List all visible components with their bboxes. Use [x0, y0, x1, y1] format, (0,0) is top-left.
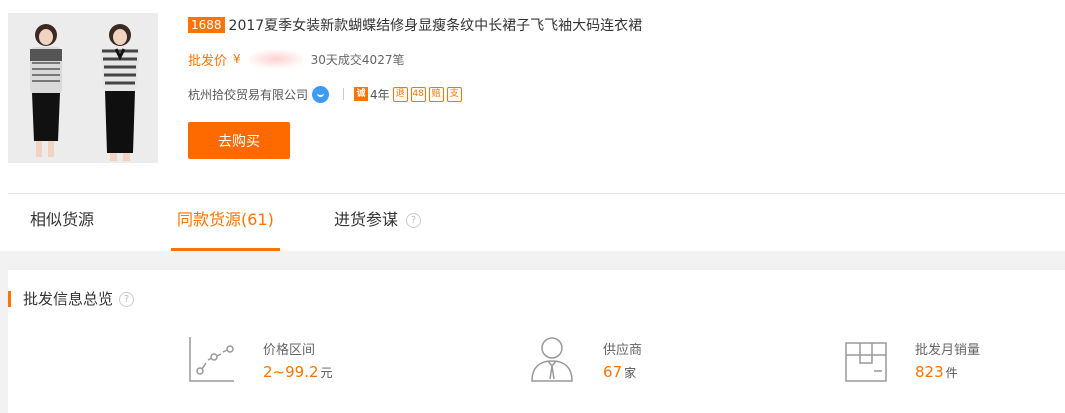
stat-price-range: 价格区间 2~99.2 元	[188, 335, 388, 395]
stat-value: 2~99.2 元	[263, 363, 333, 381]
wangwang-chat-icon[interactable]	[312, 85, 330, 103]
stat-monthly-volume: 批发月销量 823 件	[842, 335, 1042, 395]
tab-same-style-label: 同款货源(61)	[177, 210, 274, 229]
price-trend-icon	[189, 337, 234, 382]
tab-similar[interactable]: 相似货源	[30, 194, 94, 251]
product-title[interactable]: 2017夏季女装新款蝴蝶结修身显瘦条纹中长裙子飞飞袖大码连衣裙	[229, 15, 643, 35]
help-icon[interactable]: ?	[406, 213, 422, 228]
supplier-unit: 家	[624, 366, 637, 380]
tab-purchase-advisor-label: 进货参谋	[334, 210, 399, 229]
supplier-icon	[531, 337, 573, 382]
product-title-row: 1688 2017夏季女装新款蝴蝶结修身显瘦条纹中长裙子飞飞袖大码连衣裙	[188, 15, 642, 35]
stat-label: 批发月销量	[915, 343, 981, 358]
box-icon	[845, 342, 887, 382]
return-service-icon: 退	[392, 86, 408, 102]
divider	[343, 88, 345, 100]
wholesale-overview-panel: 批发信息总览? 价格区间 2~99.2 元 供应商 67 家 批发月销量 823…	[8, 270, 1065, 413]
company-name[interactable]: 杭州拾佼贸易有限公司	[188, 86, 308, 103]
price-currency: ¥	[233, 52, 241, 66]
monthly-sales: 30天成交4027笔	[310, 52, 405, 67]
section-accent-bar	[8, 291, 11, 307]
price-blurred	[248, 50, 303, 68]
price-row: 批发价 ¥ 30天成交4027笔	[188, 48, 404, 70]
section-title: 批发信息总览?	[23, 288, 135, 309]
section-title-text: 批发信息总览	[23, 290, 114, 308]
product-card: 1688 2017夏季女装新款蝴蝶结修身显瘦条纹中长裙子飞飞袖大码连衣裙 批发价…	[0, 0, 1065, 194]
price-range-value: 2~99.2	[263, 363, 319, 381]
membership-years: 4年	[370, 87, 390, 102]
supplier-count: 67	[603, 363, 623, 381]
price-label: 批发价	[188, 53, 228, 69]
tab-same-style[interactable]: 同款货源(61)	[171, 194, 280, 251]
trustpass-icon: 诚	[354, 87, 369, 101]
tab-bar: 相似货源 同款货源(61) 进货参谋?	[8, 193, 1065, 251]
48h-shipping-icon: 48	[410, 86, 426, 102]
stat-label: 供应商	[603, 343, 643, 358]
help-icon[interactable]: ?	[119, 292, 135, 307]
stat-value: 67 家	[603, 363, 636, 381]
stat-value: 823 件	[915, 363, 958, 381]
stat-suppliers: 供应商 67 家	[528, 335, 728, 395]
monthly-volume-value: 823	[915, 363, 944, 381]
tab-similar-label: 相似货源	[30, 210, 95, 229]
tab-purchase-advisor[interactable]: 进货参谋?	[334, 194, 422, 251]
supplier-row: 杭州拾佼贸易有限公司 诚 4年 退 48 赔 支	[188, 83, 462, 105]
stat-label: 价格区间	[263, 343, 316, 358]
source-badge: 1688	[188, 17, 225, 33]
buy-button[interactable]: 去购买	[188, 122, 290, 159]
product-image[interactable]	[8, 13, 158, 163]
compensation-icon: 赔	[428, 86, 444, 102]
payment-icon: 支	[446, 86, 462, 102]
volume-unit: 件	[945, 366, 958, 380]
price-unit: 元	[320, 366, 333, 380]
dress-photo-icon	[8, 13, 158, 163]
